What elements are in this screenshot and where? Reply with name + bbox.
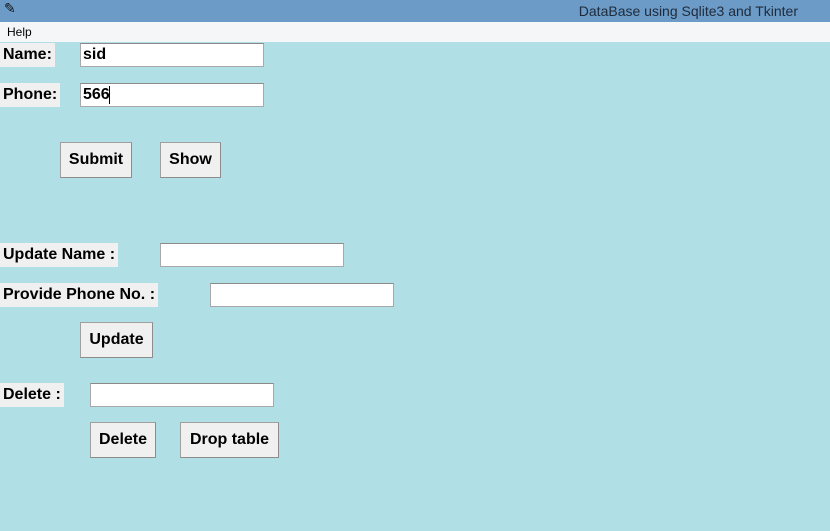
feather-icon: ✎ [4, 1, 16, 17]
delete-label: Delete : [0, 383, 64, 407]
submit-button[interactable]: Submit [60, 142, 132, 178]
provide-phone-label: Provide Phone No. : [0, 283, 159, 307]
phone-label: Phone: [0, 83, 61, 107]
delete-input[interactable] [90, 383, 274, 407]
show-button[interactable]: Show [160, 142, 221, 178]
provide-phone-input[interactable] [210, 283, 394, 307]
title-bar[interactable]: ✎ DataBase using Sqlite3 and Tkinter [0, 0, 830, 22]
update-button[interactable]: Update [80, 322, 153, 358]
window-title: DataBase using Sqlite3 and Tkinter [578, 3, 798, 19]
text-caret [109, 86, 110, 104]
update-name-label: Update Name : [0, 243, 119, 267]
menu-help[interactable]: Help [7, 25, 32, 39]
drop-table-button[interactable]: Drop table [180, 422, 279, 458]
name-input[interactable] [80, 43, 264, 67]
menu-bar: Help [0, 22, 830, 42]
update-name-input[interactable] [160, 243, 344, 267]
delete-button[interactable]: Delete [90, 422, 156, 458]
name-label: Name: [0, 43, 55, 67]
phone-input[interactable] [80, 83, 264, 107]
